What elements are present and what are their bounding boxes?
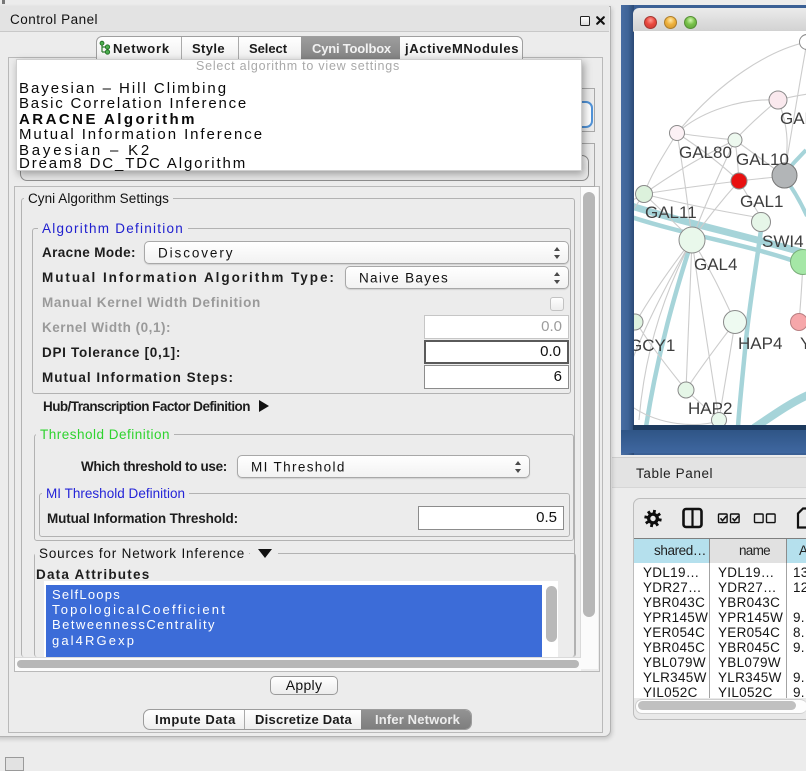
svg-text:HAP2: HAP2 xyxy=(688,399,732,418)
svg-text:GAL10: GAL10 xyxy=(736,150,789,169)
svg-text:HAP4: HAP4 xyxy=(738,334,782,353)
svg-text:GAL80: GAL80 xyxy=(679,143,732,162)
svg-text:GAL: GAL xyxy=(780,109,806,128)
svg-text:GCY1: GCY1 xyxy=(634,336,675,355)
svg-text:SWI4: SWI4 xyxy=(762,232,804,251)
svg-text:Y: Y xyxy=(800,334,806,353)
svg-text:GAL1: GAL1 xyxy=(740,192,783,211)
svg-text:GAL4: GAL4 xyxy=(694,255,737,274)
svg-text:GAL11: GAL11 xyxy=(645,203,697,222)
